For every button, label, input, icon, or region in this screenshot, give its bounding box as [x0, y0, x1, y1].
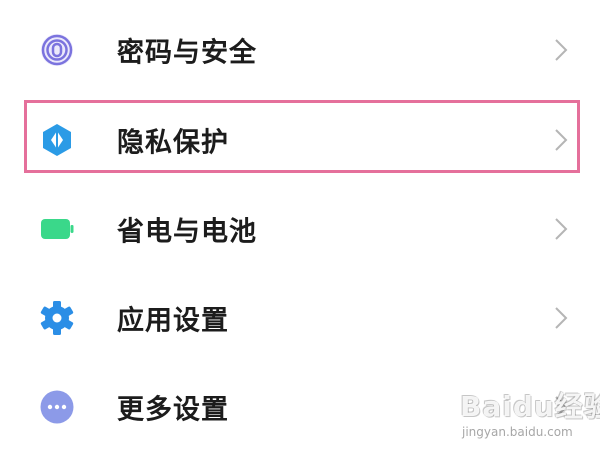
- gear-icon: [40, 301, 74, 335]
- privacy-shield-icon: [43, 124, 71, 156]
- battery-icon: [41, 219, 74, 239]
- chevron-right-icon: [555, 218, 568, 240]
- settings-item-label: 更多设置: [117, 394, 229, 426]
- settings-item-password-security[interactable]: 密码与安全: [0, 5, 600, 95]
- settings-item-label: 应用设置: [117, 305, 229, 337]
- settings-item-more-settings[interactable]: 更多设置: [0, 362, 600, 452]
- settings-item-label: 省电与电池: [117, 216, 257, 248]
- settings-item-privacy-protection[interactable]: 隐私保护: [0, 95, 600, 185]
- settings-item-power-battery[interactable]: 省电与电池: [0, 184, 600, 274]
- chevron-right-icon: [555, 396, 568, 418]
- settings-item-app-settings[interactable]: 应用设置: [0, 273, 600, 363]
- more-dots-icon: [40, 390, 74, 424]
- chevron-right-icon: [555, 129, 568, 151]
- settings-list: 密码与安全 隐私保护 省电与电池 应用设置 更多设置: [0, 0, 600, 450]
- settings-item-label: 密码与安全: [117, 37, 257, 69]
- chevron-right-icon: [555, 39, 568, 61]
- settings-item-label: 隐私保护: [117, 127, 229, 159]
- chevron-right-icon: [555, 307, 568, 329]
- fingerprint-icon: [41, 34, 73, 66]
